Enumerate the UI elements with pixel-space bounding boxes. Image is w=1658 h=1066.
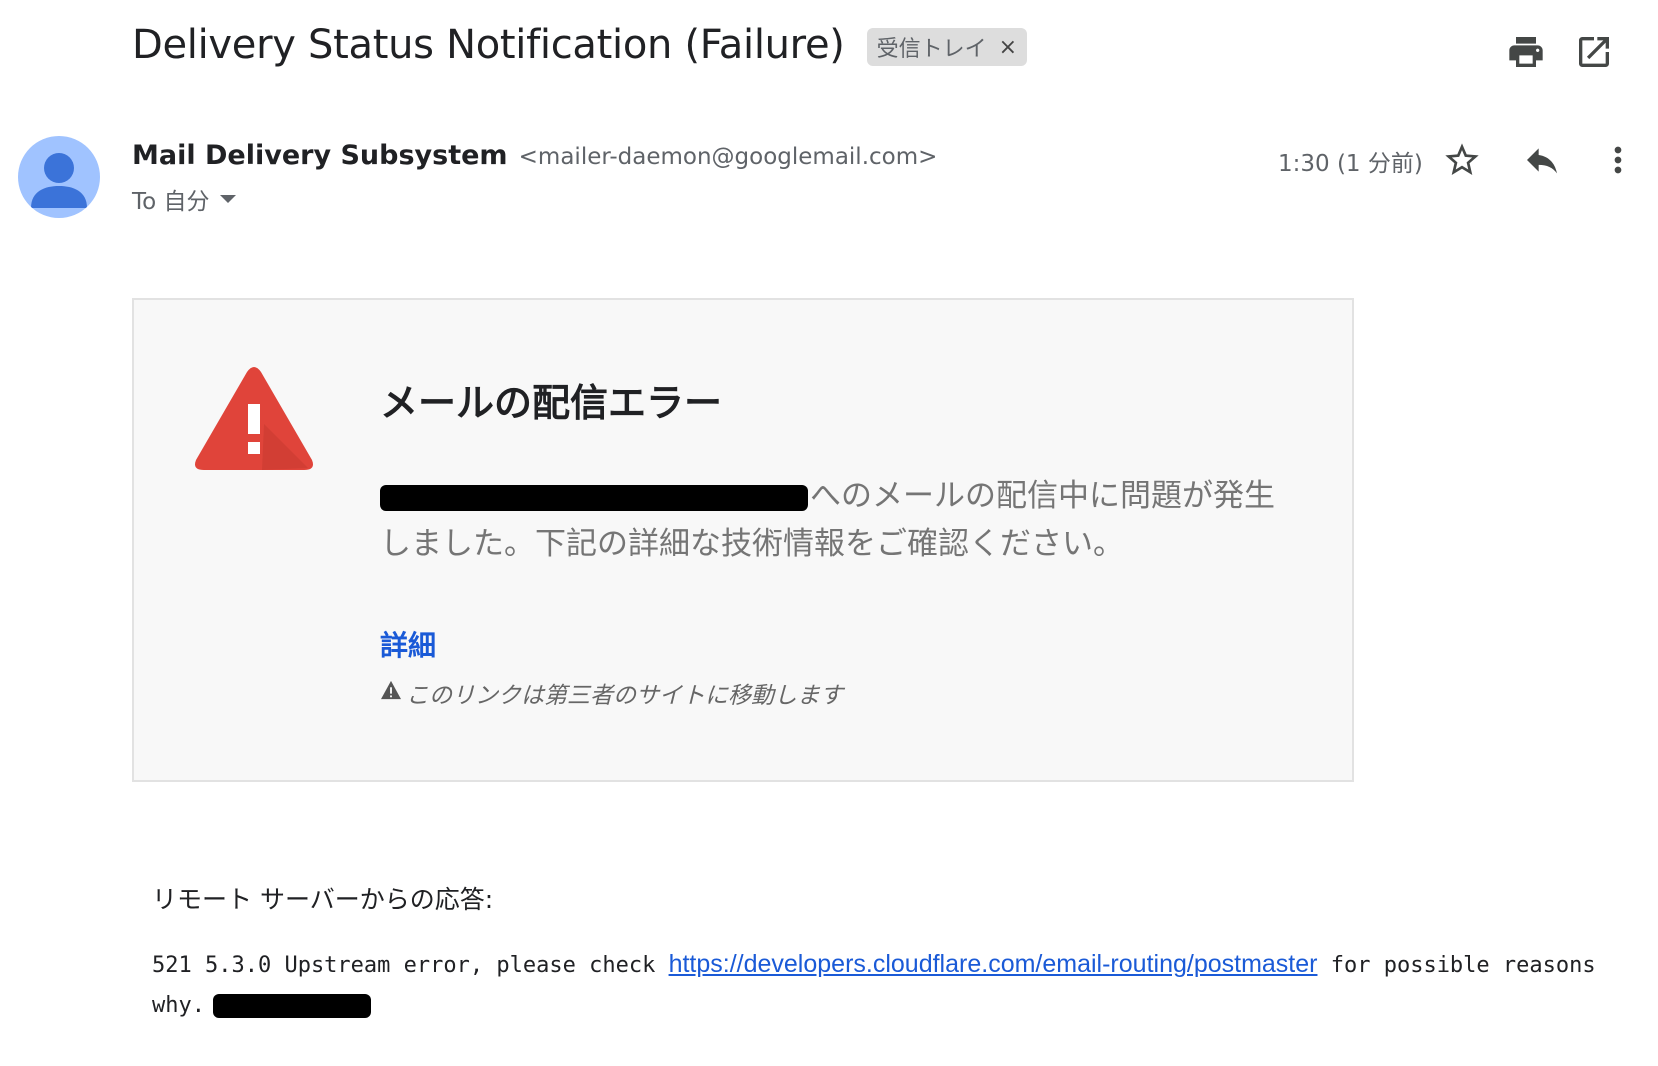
remote-response-label: リモート サーバーからの応答:	[152, 885, 494, 914]
small-warning-icon	[381, 680, 401, 700]
default-avatar-icon	[31, 153, 87, 208]
redacted-recipient-address	[380, 484, 808, 511]
error-message: へのメールの配信中に問題が発生 しました。下記の詳細な技術情報をご確認ください。	[380, 472, 1290, 568]
remote-response-text: 521 5.3.0 Upstream error, please check h…	[152, 944, 1622, 1026]
warning-icon	[192, 364, 316, 474]
recipient-text: To 自分	[132, 189, 210, 215]
message-time: 1:30 (1 分前)	[1278, 151, 1423, 177]
remove-label-button[interactable]: ×	[999, 35, 1017, 60]
subject-row: Delivery Status Notification (Failure) 受…	[132, 22, 1028, 68]
cloudflare-postmaster-link[interactable]: https://developers.cloudflare.com/email-…	[669, 950, 1318, 978]
redacted-text	[212, 994, 371, 1018]
star-icon[interactable]	[1442, 140, 1482, 180]
recipient-line: To 自分	[132, 182, 236, 216]
sender-line: Mail Delivery Subsystem <mailer-daemon@g…	[132, 140, 937, 171]
sender-email: <mailer-daemon@googlemail.com>	[518, 144, 938, 170]
sender-name[interactable]: Mail Delivery Subsystem	[132, 140, 508, 171]
label-chip-text: 受信トレイ	[876, 37, 987, 62]
more-vert-icon[interactable]	[1598, 140, 1638, 180]
third-party-notice-text: このリンクは第三者のサイトに移動します	[406, 683, 843, 709]
recipient-details-dropdown-icon[interactable]	[219, 195, 236, 203]
email-subject: Delivery Status Notification (Failure)	[132, 22, 845, 68]
print-icon[interactable]	[1506, 32, 1546, 72]
error-message-line2: しました。下記の詳細な技術情報をご確認ください。	[380, 526, 1124, 562]
open-in-new-window-icon[interactable]	[1574, 32, 1614, 72]
sender-avatar	[18, 136, 100, 218]
inbox-label-chip[interactable]: 受信トレイ ×	[866, 28, 1028, 66]
error-message-line1: へのメールの配信中に問題が発生	[810, 478, 1275, 514]
error-title: メールの配信エラー	[380, 381, 723, 425]
details-link[interactable]: 詳細	[380, 624, 436, 664]
remote-response-code: 521 5.3.0 Upstream error, please check	[152, 953, 669, 978]
reply-icon[interactable]	[1522, 140, 1562, 180]
third-party-notice: このリンクは第三者のサイトに移動します	[380, 676, 843, 710]
